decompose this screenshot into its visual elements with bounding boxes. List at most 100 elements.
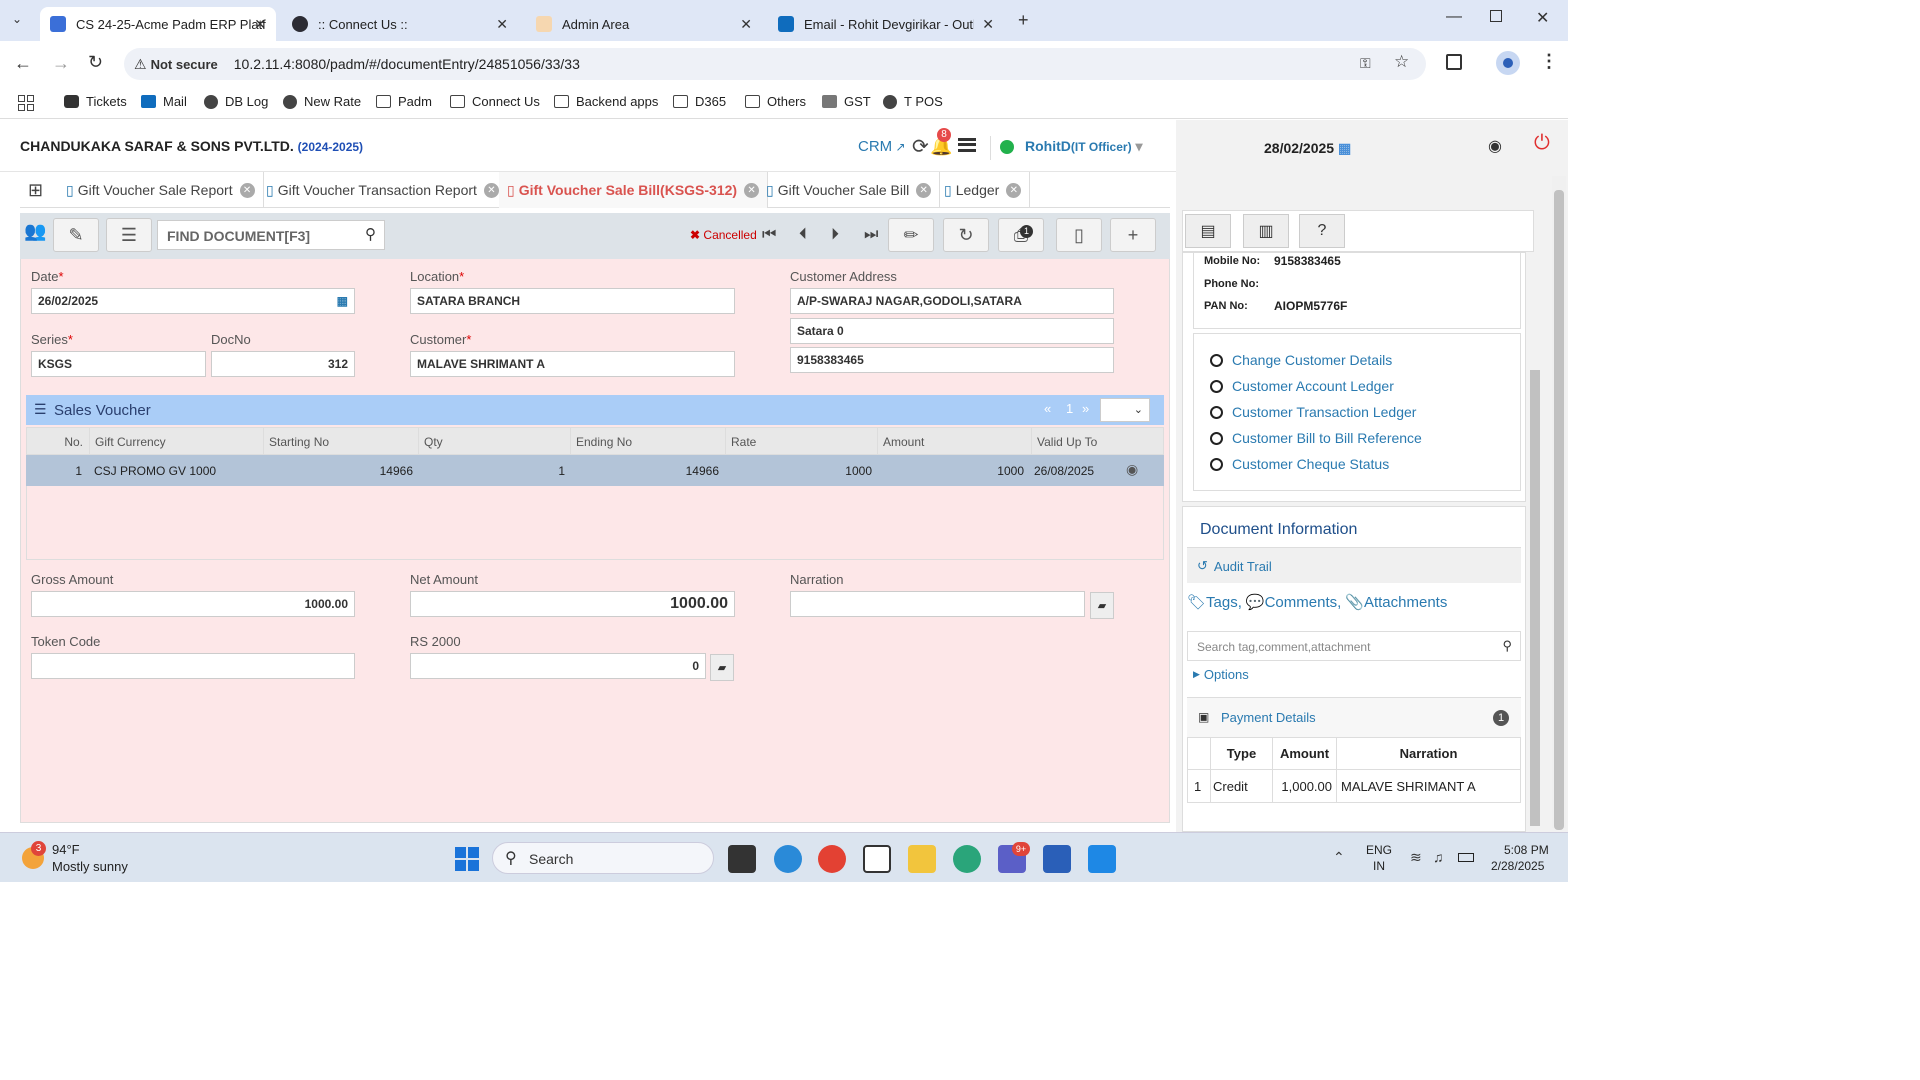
grid-menu-icon[interactable]: ⊞ [28, 181, 43, 199]
close-icon[interactable]: ✕ [496, 16, 508, 33]
table-row[interactable]: 1 CSJ PROMO GV 1000 14966 1 14966 1000 1… [26, 455, 1164, 486]
new-tab-plus-icon[interactable]: + [1018, 10, 1029, 31]
calendar-icon[interactable]: ▦ [1334, 140, 1351, 156]
language-code[interactable]: ENG [1366, 843, 1392, 857]
battery-icon[interactable] [1458, 853, 1474, 862]
search-icon[interactable]: ⚲ [365, 225, 376, 243]
file-explorer-icon[interactable] [908, 845, 936, 873]
options-toggle[interactable]: ▶ Options [1193, 667, 1249, 682]
extensions-icon[interactable] [1446, 54, 1462, 70]
tag-search-input[interactable]: Search tag,comment,attachment ⚲ [1187, 631, 1521, 661]
comments-link[interactable]: 💬Comments, [1246, 593, 1341, 611]
page-scrollbar-track[interactable] [1552, 176, 1566, 830]
close-icon[interactable]: ✕ [740, 16, 752, 33]
tab-close-icon[interactable]: ✕ [744, 182, 760, 198]
crm-link[interactable]: CRM ↗ [858, 138, 906, 155]
users-icon[interactable]: 👥 [24, 221, 46, 242]
kebab-menu-icon[interactable]: ⋮ [1540, 51, 1558, 72]
paint-icon[interactable] [1088, 845, 1116, 873]
bookmark-gst[interactable]: GST [822, 94, 871, 109]
browser-tab-admin[interactable]: Admin Area ✕ [526, 7, 762, 41]
list-view-icon[interactable]: ▤ [1185, 214, 1231, 248]
calendar-icon[interactable]: ▦ [337, 294, 348, 308]
find-document-input[interactable]: FIND DOCUMENT[F3] ⚲ [157, 220, 385, 250]
edge-icon[interactable] [953, 845, 981, 873]
weather-text[interactable]: Mostly sunny [52, 859, 128, 874]
tab-close-icon[interactable]: ✕ [916, 182, 932, 198]
bookmark-padm[interactable]: Padm [376, 94, 432, 109]
edit-note-icon[interactable]: ✎ [53, 218, 99, 252]
next-record-icon[interactable]: ⏵ [831, 226, 839, 244]
bookmark-others[interactable]: Others [745, 94, 806, 109]
tab-close-icon[interactable]: ✕ [1006, 182, 1022, 198]
net-amount-field[interactable]: 1000.00 [410, 591, 735, 617]
bookmark-newrate[interactable]: New Rate [283, 94, 361, 109]
location-field[interactable]: SATARA BRANCH [410, 288, 735, 314]
tab-gift-voucher-transaction-report[interactable]: ▯ Gift Voucher Transaction Report ✕ [258, 172, 508, 208]
address-line1-field[interactable]: A/P-SWARAJ NAGAR,GODOLI,SATARA [790, 288, 1114, 314]
page-number[interactable]: 1 [1066, 401, 1073, 416]
browser-tab-erp[interactable]: CS 24-25-Acme Padm ERP Platf ✕ [40, 7, 276, 41]
tab-close-icon[interactable]: ✕ [483, 182, 499, 198]
sync-icon[interactable]: ⟳ [912, 134, 929, 159]
series-field[interactable]: KSGS [31, 351, 206, 377]
vnc-viewer-icon[interactable] [863, 845, 891, 873]
url-text[interactable]: 10.2.11.4:8080/padm/#/documentEntry/2485… [234, 56, 580, 72]
page-size-select[interactable]: ⌄ [1100, 398, 1150, 422]
docno-field[interactable]: 312 [211, 351, 355, 377]
clock-date[interactable]: 2/28/2025 [1491, 859, 1544, 873]
book-icon[interactable]: ▥ [1243, 214, 1289, 248]
browser-tab-connect[interactable]: :: Connect Us :: ✕ [282, 7, 518, 41]
bookmark-mail[interactable]: Mail [141, 94, 187, 109]
taskbar-search[interactable]: ⚲ Search [492, 842, 714, 874]
address-line2-field[interactable]: Satara 0 [790, 318, 1114, 344]
minimize-icon[interactable]: — [1446, 8, 1462, 26]
list-icon[interactable]: ☰ [106, 218, 152, 252]
document-icon[interactable]: ▯ [1056, 218, 1102, 252]
search-icon[interactable]: ⚲ [1502, 638, 1512, 654]
windows-start-icon[interactable] [455, 847, 479, 871]
date-field[interactable]: 26/02/2025 ▦ [31, 288, 355, 314]
notepad-icon[interactable] [1043, 845, 1071, 873]
star-bookmark-icon[interactable]: ☆ [1394, 52, 1409, 72]
bookmark-dblog[interactable]: DB Log [204, 94, 268, 109]
attachments-link[interactable]: 📎Attachments [1345, 593, 1447, 611]
omnibox[interactable]: ⚠ Not secure 10.2.11.4:8080/padm/#/docum… [124, 48, 1426, 80]
eye-slash-icon[interactable]: ◉ [1488, 136, 1502, 156]
reload-icon[interactable]: ↻ [88, 52, 103, 73]
pencil-icon[interactable]: ✏ [888, 218, 934, 252]
temperature[interactable]: 94°F [52, 842, 80, 857]
customer-transaction-ledger-link[interactable]: Customer Transaction Ledger [1210, 404, 1416, 420]
apps-grid-icon[interactable] [18, 95, 34, 111]
token-code-field[interactable] [31, 653, 355, 679]
tags-link[interactable]: 🏷Tags, [1187, 593, 1242, 611]
payment-title[interactable]: Payment Details [1221, 710, 1316, 725]
profile-avatar-icon[interactable] [1496, 51, 1520, 75]
forward-arrow-icon[interactable]: → [52, 53, 70, 74]
region-code[interactable]: IN [1373, 859, 1385, 873]
security-indicator[interactable]: Not secure [151, 57, 218, 72]
clock-time[interactable]: 5:08 PM [1504, 843, 1549, 857]
next-page-icon[interactable]: » [1082, 401, 1089, 416]
browser-tab-outlook[interactable]: Email - Rohit Devgirikar - Outlo ✕ [768, 7, 1004, 41]
rs2000-picker-icon[interactable]: ▰ [710, 654, 734, 681]
window-close-icon[interactable]: ✕ [1536, 8, 1549, 28]
eye-icon[interactable]: ◉ [1126, 461, 1138, 478]
tab-search-chevron-icon[interactable]: ⌄ [12, 12, 22, 26]
tab-gift-voucher-sale-bill-active[interactable]: ▯ Gift Voucher Sale Bill(KSGS-312) ✕ [499, 172, 769, 208]
speaker-icon[interactable]: ♫ [1433, 849, 1444, 865]
customer-bill-reference-link[interactable]: Customer Bill to Bill Reference [1210, 430, 1422, 446]
prev-record-icon[interactable]: ⏴ [799, 226, 807, 244]
bookmark-tickets[interactable]: Tickets [64, 94, 127, 109]
bookmark-backend[interactable]: Backend apps [554, 94, 658, 109]
chrome-icon[interactable] [818, 845, 846, 873]
tab-gift-voucher-sale-report[interactable]: ▯ Gift Voucher Sale Report ✕ [58, 172, 264, 208]
close-icon[interactable]: ✕ [982, 16, 994, 33]
bookmark-connectus[interactable]: Connect Us [450, 94, 540, 109]
wifi-icon[interactable]: ≋ [1410, 849, 1422, 866]
bookmark-d365[interactable]: D365 [673, 94, 726, 109]
power-icon[interactable]: ⏻ [1534, 132, 1550, 155]
password-key-icon[interactable]: ⚿ [1360, 55, 1371, 72]
customer-cheque-status-link[interactable]: Customer Cheque Status [1210, 456, 1389, 472]
narration-field[interactable] [790, 591, 1085, 617]
